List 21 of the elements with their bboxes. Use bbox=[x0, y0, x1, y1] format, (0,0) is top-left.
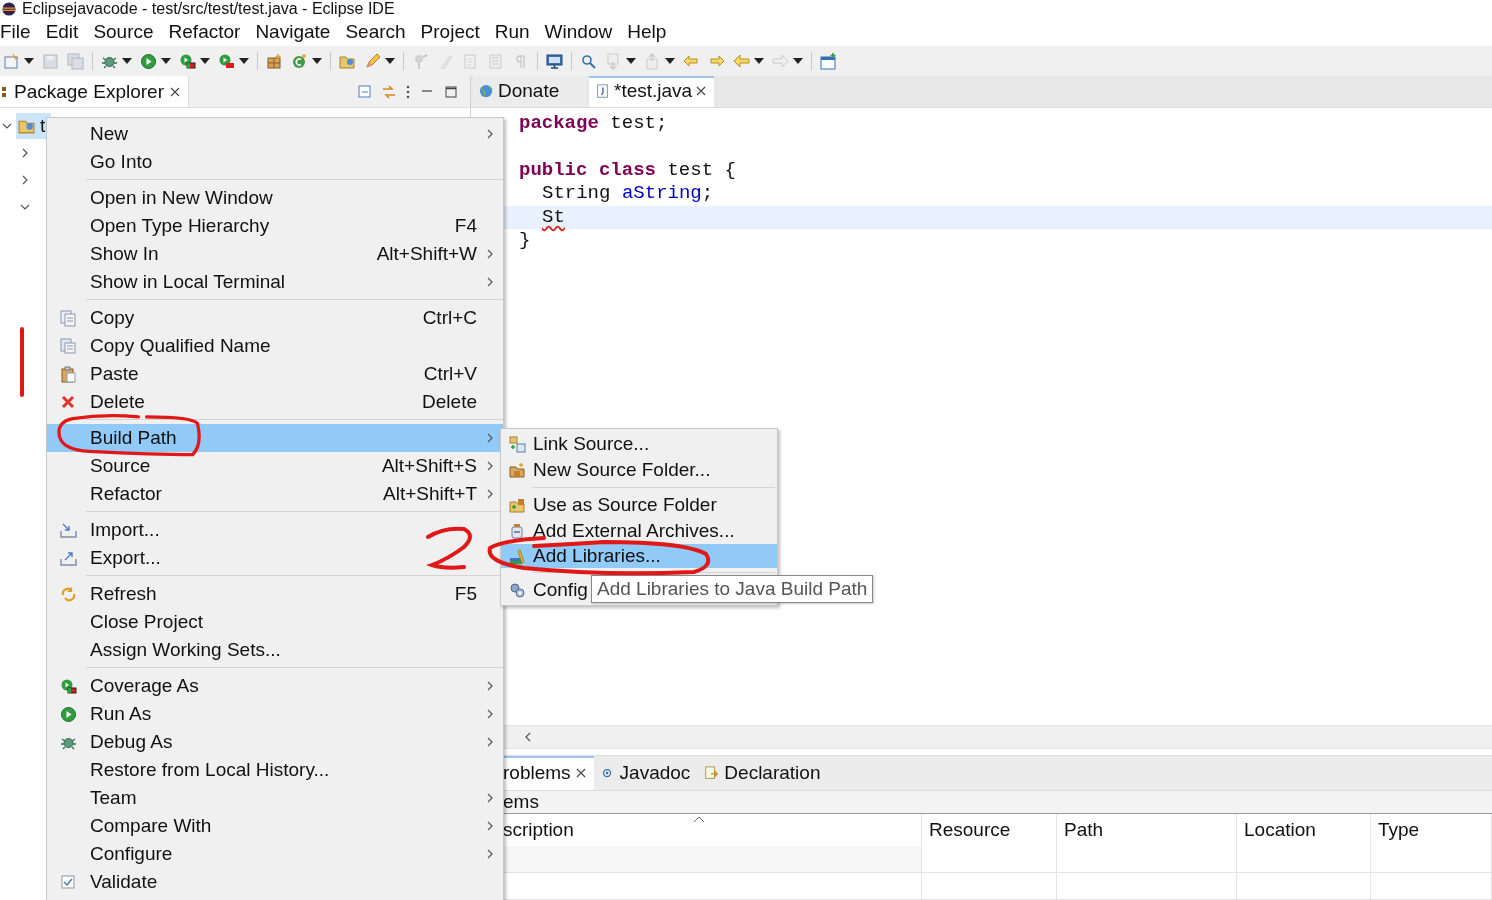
code-line: St bbox=[541, 205, 565, 230]
tab-label: roblems bbox=[503, 762, 571, 784]
shortcut-text: Alt+Shift+S bbox=[381, 455, 477, 477]
tab-label: *test.java bbox=[614, 80, 693, 103]
code-line: package test; bbox=[519, 111, 668, 136]
tab-label: Donate bbox=[498, 80, 560, 103]
shortcut-text: Delete bbox=[422, 391, 477, 413]
tab-label: Javadoc bbox=[619, 762, 691, 784]
window-title: Eclipsejavacode - test/src/test/test.java - Eclipse IDE bbox=[22, 0, 395, 18]
tooltip: Add Libraries to Java Build Path bbox=[591, 575, 874, 603]
shortcut-text: Alt+Shift+W bbox=[376, 243, 477, 265]
shortcut-text: Alt+Shift+T bbox=[383, 483, 477, 505]
code-line: public class test { bbox=[519, 158, 736, 183]
tab-label: Declaration bbox=[724, 762, 821, 784]
tab-label: Package Explorer bbox=[14, 80, 164, 103]
shortcut-text: Ctrl+V bbox=[423, 363, 477, 385]
shortcut-text: F5 bbox=[454, 583, 477, 605]
shortcut-text: F4 bbox=[454, 215, 477, 237]
code-line: } bbox=[519, 229, 531, 253]
shortcut-text: Ctrl+C bbox=[422, 307, 477, 329]
code-line: String aString; bbox=[541, 182, 714, 206]
